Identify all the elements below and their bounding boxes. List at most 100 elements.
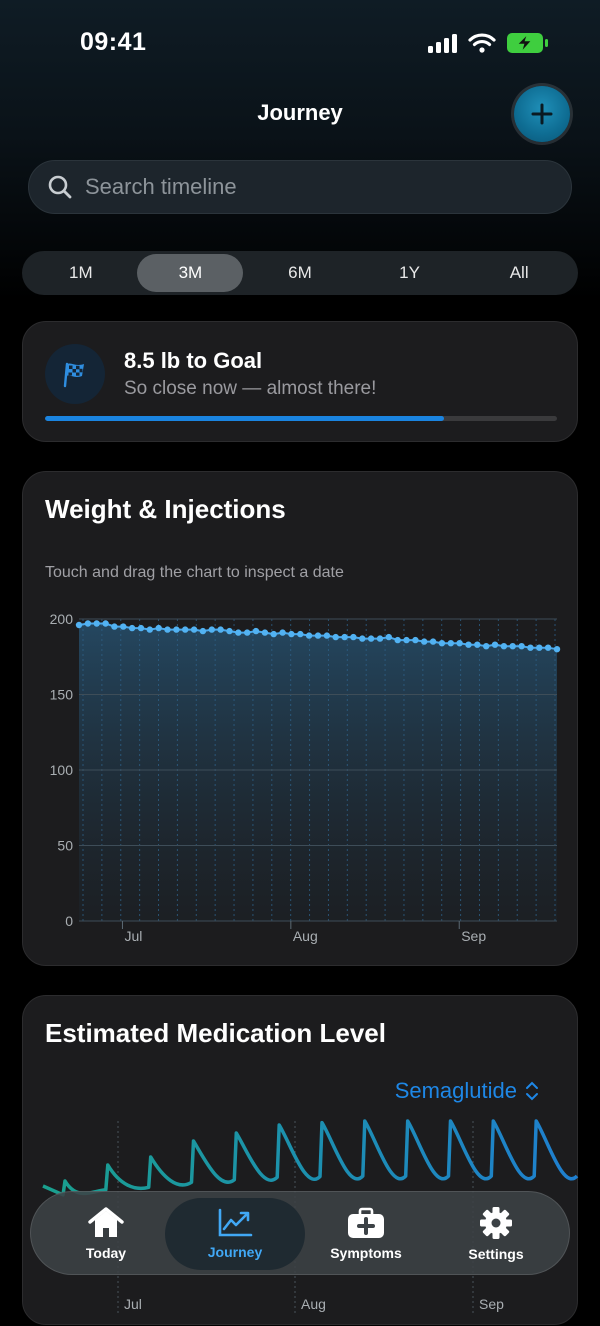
x-tick-label: Sep: [461, 928, 486, 944]
goal-progress-fill: [45, 416, 445, 421]
weight-point: [341, 633, 348, 641]
weight-point: [261, 629, 269, 636]
weight-point: [350, 633, 357, 641]
weight-point: [146, 626, 153, 633]
weight-point: [314, 632, 322, 639]
weight-point: [323, 632, 331, 639]
weight-point: [226, 627, 233, 635]
tab-settings[interactable]: Settings: [431, 1192, 561, 1276]
range-1m[interactable]: 1M: [28, 254, 134, 292]
weight-point: [474, 641, 481, 648]
medication-chart[interactable]: Jul Aug Sep: [23, 996, 579, 1326]
weight-area: [79, 623, 557, 921]
y-tick-label: 100: [50, 762, 74, 778]
weight-point: [217, 626, 224, 633]
range-3m[interactable]: 3M: [137, 254, 244, 292]
weight-point: [394, 636, 401, 644]
weight-point: [84, 620, 92, 627]
weight-point: [173, 626, 180, 633]
weight-point: [190, 626, 198, 633]
med-x-tick-label: Sep: [479, 1296, 504, 1312]
tab-symptoms[interactable]: Symptoms: [301, 1192, 431, 1276]
weight-point: [128, 624, 136, 632]
weight-point: [553, 646, 561, 653]
tab-journey-label: Journey: [207, 1244, 263, 1260]
weight-point: [199, 627, 207, 635]
weight-point: [500, 643, 508, 650]
gear-icon: [480, 1207, 512, 1239]
battery-charging-icon: [507, 33, 548, 53]
weight-point: [421, 638, 428, 645]
range-1y[interactable]: 1Y: [357, 254, 463, 292]
tab-bar: Today Journey Symptoms Settings: [30, 1191, 570, 1275]
weight-point: [297, 630, 304, 638]
time-range-selector: 1M 3M 6M 1Y All: [22, 251, 578, 295]
add-entry-button[interactable]: [514, 86, 570, 142]
goal-card[interactable]: 8.5 lb to Goal So close now — almost the…: [22, 321, 578, 442]
weight-point: [509, 643, 516, 650]
weight-point: [102, 620, 109, 627]
plus-icon: [531, 103, 553, 125]
search-icon: [48, 175, 72, 199]
goal-icon-badge: [45, 344, 105, 404]
weight-chart[interactable]: 0 50 100 150 200 Jul Aug Sep: [23, 472, 579, 967]
weight-point: [252, 627, 260, 635]
goal-title: 8.5 lb to Goal: [124, 348, 263, 373]
range-all[interactable]: All: [466, 254, 572, 292]
weight-point: [75, 621, 83, 629]
weight-point: [385, 633, 392, 641]
weight-point: [438, 640, 446, 647]
medkit-icon: [348, 1207, 384, 1238]
weight-point: [332, 633, 339, 641]
tab-settings-label: Settings: [468, 1246, 524, 1262]
tab-today[interactable]: Today: [41, 1192, 171, 1276]
tab-journey[interactable]: Journey: [165, 1198, 305, 1270]
weight-point: [208, 626, 215, 633]
page-title: Journey: [257, 100, 343, 125]
y-tick-label: 200: [50, 611, 74, 627]
weight-point: [456, 640, 463, 647]
goal-subtitle: So close now — almost there!: [124, 378, 377, 399]
cellular-signal-icon: [428, 34, 457, 53]
medication-level-line: [42, 1119, 579, 1197]
range-6m[interactable]: 6M: [247, 254, 353, 292]
weight-point: [305, 632, 313, 639]
chart-trend-icon: [218, 1208, 253, 1237]
weight-point: [93, 620, 100, 627]
status-bar: 09:41: [0, 0, 600, 88]
med-x-tick-label: Aug: [301, 1296, 326, 1312]
weight-point: [164, 626, 171, 633]
checkered-flag-icon: [63, 362, 84, 388]
x-tick-label: Aug: [293, 928, 318, 944]
y-tick-label: 0: [65, 913, 73, 929]
weight-point: [367, 635, 375, 642]
weight-point: [244, 629, 251, 636]
weight-point: [403, 636, 410, 644]
weight-point: [544, 644, 552, 651]
tab-today-label: Today: [85, 1245, 127, 1261]
x-tick-label: Jul: [124, 928, 142, 944]
weight-point: [518, 643, 525, 650]
weight-point: [279, 629, 286, 636]
weight-point: [235, 629, 242, 636]
weight-point: [120, 623, 127, 630]
weight-point: [359, 635, 366, 642]
weight-point: [182, 626, 189, 633]
weight-point: [447, 640, 454, 647]
weight-point: [465, 641, 472, 648]
search-input[interactable]: Search timeline: [28, 160, 572, 214]
search-placeholder: Search timeline: [85, 174, 237, 199]
weight-point: [376, 635, 384, 642]
y-tick-label: 50: [57, 838, 73, 854]
goal-progress-bar: [45, 416, 557, 421]
house-icon: [88, 1207, 124, 1237]
weight-point: [137, 624, 145, 632]
wifi-icon: [468, 33, 496, 53]
weight-point: [155, 624, 162, 632]
med-x-tick-label: Jul: [124, 1296, 142, 1312]
weight-chart-card[interactable]: Weight & Injections Touch and drag the c…: [22, 471, 578, 966]
weight-point: [288, 630, 295, 638]
weight-point: [412, 636, 419, 644]
weight-point: [483, 643, 490, 650]
y-tick-label: 150: [50, 687, 74, 703]
